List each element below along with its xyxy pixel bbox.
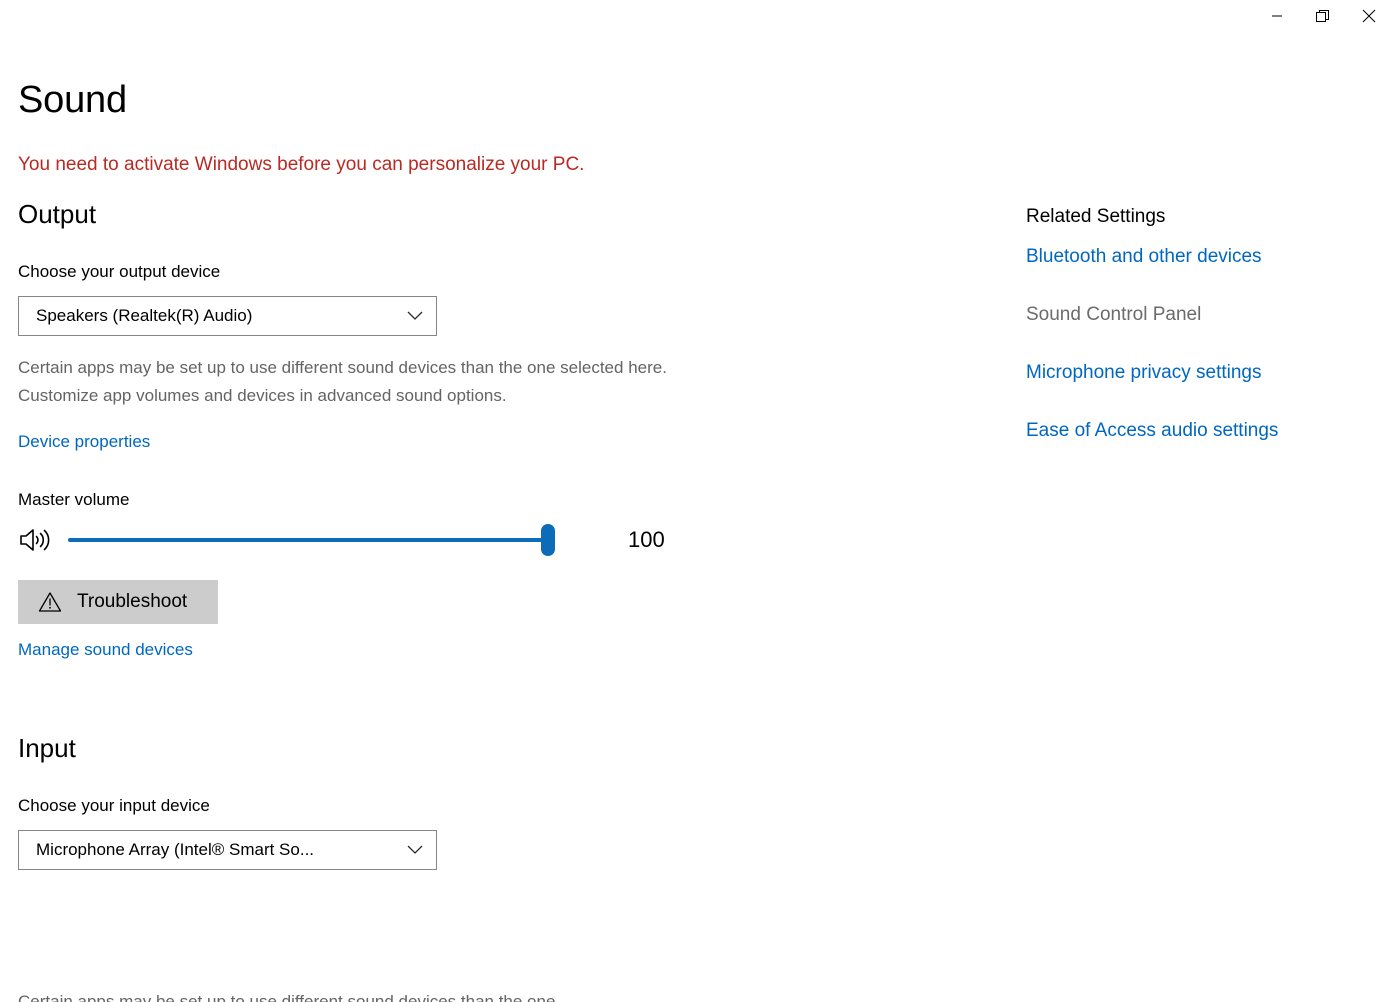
master-volume-value: 100 bbox=[628, 527, 665, 552]
output-device-select[interactable]: Speakers (Realtek(R) Audio) bbox=[18, 296, 437, 336]
output-device-value: Speakers (Realtek(R) Audio) bbox=[36, 306, 253, 325]
speaker-high-icon bbox=[18, 525, 56, 555]
sound-settings-page: Sound You need to activate Windows befor… bbox=[0, 0, 1392, 1002]
input-heading: Input bbox=[18, 733, 76, 763]
warning-triangle-icon bbox=[37, 590, 63, 614]
manage-sound-devices-link[interactable]: Manage sound devices bbox=[0, 638, 193, 662]
output-description: Certain apps may be set up to use differ… bbox=[18, 358, 667, 405]
input-description-clipped: Certain apps may be set up to use differ… bbox=[18, 992, 556, 1002]
master-volume-label: Master volume bbox=[18, 490, 130, 509]
output-device-label: Choose your output device bbox=[18, 262, 221, 281]
troubleshoot-button[interactable]: Troubleshoot bbox=[18, 580, 218, 624]
input-device-select[interactable]: Microphone Array (Intel® Smart So... bbox=[18, 830, 437, 870]
related-link-sound-control-panel[interactable]: Sound Control Panel bbox=[1026, 302, 1366, 328]
troubleshoot-button-label: Troubleshoot bbox=[77, 591, 188, 612]
main-content-column: Output Choose your output device Speaker… bbox=[0, 196, 760, 870]
output-section: Output Choose your output device Speaker… bbox=[0, 196, 760, 662]
related-link-ease-of-access-audio-settings[interactable]: Ease of Access audio settings bbox=[1026, 418, 1366, 444]
chevron-down-icon bbox=[394, 311, 436, 321]
related-settings-panel: Related Settings Bluetooth and other dev… bbox=[1026, 204, 1366, 476]
output-heading: Output bbox=[18, 199, 97, 229]
device-properties-link[interactable]: Device properties bbox=[0, 430, 150, 454]
input-device-label: Choose your input device bbox=[18, 796, 210, 815]
input-section: Input Choose your input device Microphon… bbox=[0, 730, 760, 870]
related-link-bluetooth-and-other-devices[interactable]: Bluetooth and other devices bbox=[1026, 244, 1366, 270]
page-title: Sound bbox=[18, 79, 127, 121]
master-volume-row: 100 bbox=[0, 518, 760, 562]
chevron-down-icon bbox=[394, 845, 436, 855]
activation-warning-text: You need to activate Windows before you … bbox=[18, 154, 585, 175]
related-link-microphone-privacy-settings[interactable]: Microphone privacy settings bbox=[1026, 360, 1366, 386]
master-volume-slider[interactable] bbox=[68, 524, 555, 556]
slider-thumb[interactable] bbox=[541, 524, 555, 556]
related-settings-heading: Related Settings bbox=[1026, 206, 1166, 227]
input-device-value: Microphone Array (Intel® Smart So... bbox=[36, 840, 315, 859]
slider-track-filled bbox=[68, 538, 548, 542]
